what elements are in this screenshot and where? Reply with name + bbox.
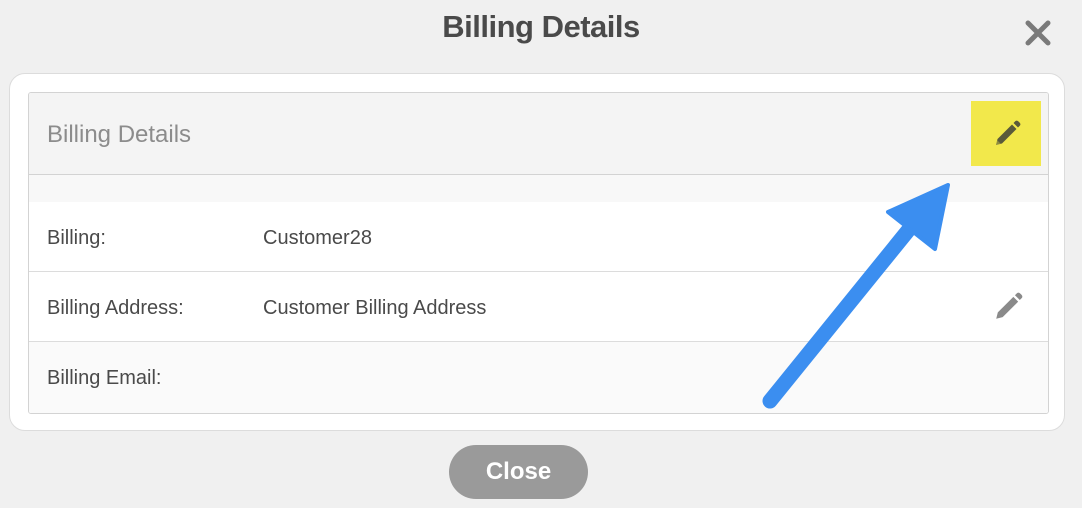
pencil-icon: [996, 120, 1021, 145]
panel-title: Billing Details: [47, 121, 192, 148]
close-button[interactable]: Close: [449, 445, 588, 499]
modal-card: Billing Details Billing: Customer28 Bill…: [9, 73, 1065, 431]
table-row: Billing: Customer28: [29, 202, 1048, 272]
table-row: Billing Address: Customer Billing Addres…: [29, 272, 1048, 342]
close-icon[interactable]: [1022, 17, 1054, 49]
billing-label: Billing:: [47, 227, 106, 249]
billing-details-modal: Billing Details Billing Details Billing:…: [0, 0, 1082, 508]
pencil-icon: [996, 292, 1023, 319]
billing-value: Customer28: [263, 227, 372, 249]
edit-billing-button[interactable]: [971, 101, 1041, 166]
panel-header: Billing Details: [29, 93, 1048, 175]
billing-email-label: Billing Email:: [47, 367, 162, 389]
panel-spacer: [29, 175, 1048, 202]
table-row: Billing Email:: [29, 342, 1048, 413]
edit-address-button[interactable]: [993, 292, 1023, 322]
billing-address-value: Customer Billing Address: [263, 297, 487, 319]
billing-details-panel: Billing Details Billing: Customer28 Bill…: [28, 92, 1049, 414]
billing-address-label: Billing Address:: [47, 297, 184, 319]
modal-title: Billing Details: [442, 9, 640, 44]
